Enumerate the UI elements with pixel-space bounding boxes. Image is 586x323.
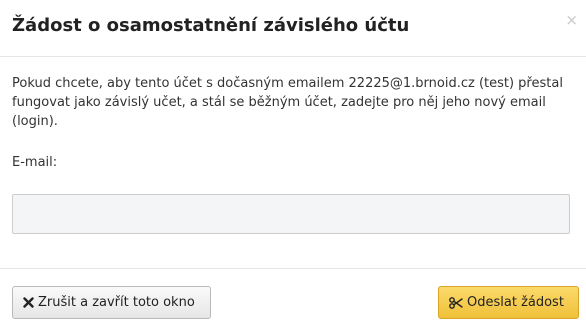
scissors-icon bbox=[449, 296, 463, 309]
dialog-body: Pokud chcete, aby tento účet s dočasným … bbox=[0, 58, 586, 268]
dialog-title: Žádost o osamostatnění závislého účtu bbox=[12, 15, 410, 36]
email-field[interactable] bbox=[12, 194, 570, 234]
close-icon bbox=[23, 297, 34, 308]
dialog-description: Pokud chcete, aby tento účet s dočasným … bbox=[12, 76, 563, 129]
close-icon[interactable]: × bbox=[565, 13, 578, 28]
submit-button-label: Odeslat žádost bbox=[467, 295, 564, 310]
email-label: E-mail: bbox=[12, 155, 58, 170]
dialog-footer: Zrušit a zavřít toto okno Odeslat žádost bbox=[0, 268, 586, 323]
cancel-button-label: Zrušit a zavřít toto okno bbox=[38, 295, 195, 310]
dialog-header: Žádost o osamostatnění závislého účtu × bbox=[0, 0, 586, 57]
submit-button[interactable]: Odeslat žádost bbox=[438, 286, 579, 319]
dependent-account-dialog: Žádost o osamostatnění závislého účtu × … bbox=[0, 0, 586, 323]
cancel-button[interactable]: Zrušit a zavřít toto okno bbox=[12, 286, 211, 319]
